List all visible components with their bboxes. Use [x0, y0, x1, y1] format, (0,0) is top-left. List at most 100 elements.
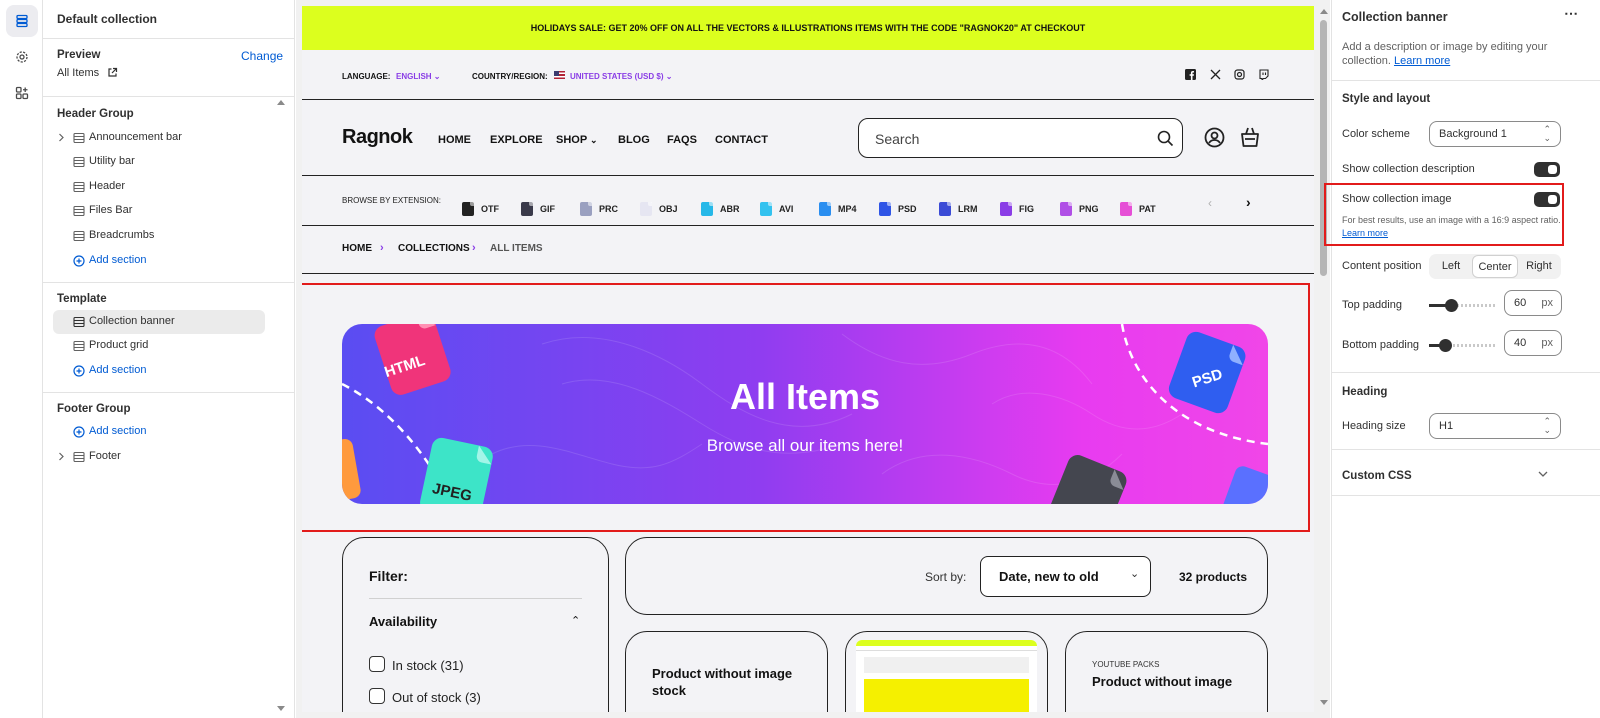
chevron-down-icon[interactable] — [1538, 470, 1548, 478]
learn-more-link[interactable]: Learn more — [1394, 55, 1450, 67]
product-card[interactable]: YOUTUBE PACKS Product without image — [1065, 631, 1268, 712]
extension-chip-psd[interactable]: PSD — [879, 202, 917, 216]
facebook-icon[interactable] — [1185, 69, 1196, 80]
account-icon[interactable] — [1204, 127, 1225, 148]
instagram-icon[interactable] — [1234, 69, 1245, 80]
section-announcement-bar[interactable]: Announcement bar — [53, 126, 265, 150]
position-right-button[interactable]: Right — [1517, 254, 1561, 279]
file-icon — [1120, 202, 1132, 216]
more-options-icon[interactable]: ⋯ — [1564, 5, 1578, 22]
sections-icon[interactable] — [6, 5, 38, 37]
extension-chip-png[interactable]: PNG — [1060, 202, 1099, 216]
out-of-stock-checkbox[interactable] — [369, 688, 385, 704]
show-description-toggle[interactable] — [1534, 162, 1560, 177]
position-left-button[interactable]: Left — [1429, 254, 1473, 279]
section-footer[interactable]: Footer — [53, 445, 265, 469]
availability-toggle[interactable]: Availability — [369, 614, 437, 629]
add-section-template-button[interactable]: Add section — [53, 359, 265, 383]
section-utility-bar[interactable]: Utility bar — [53, 150, 265, 174]
section-product-grid[interactable]: Product grid — [53, 334, 265, 358]
extension-chip-avi[interactable]: AVI — [760, 202, 793, 216]
chevron-right-icon[interactable] — [57, 452, 65, 461]
footer-group-title: Footer Group — [57, 403, 131, 415]
file-icon — [879, 202, 891, 216]
section-breadcrumbs[interactable]: Breadcrumbs — [53, 224, 265, 248]
bottom-padding-slider-handle[interactable] — [1439, 339, 1452, 352]
panel-description: Add a description or image by editing yo… — [1342, 40, 1572, 68]
apps-icon[interactable] — [6, 77, 38, 109]
settings-panel: Collection banner ⋯ Add a description or… — [1324, 0, 1600, 718]
file-icon — [939, 202, 951, 216]
extension-chip-gif[interactable]: GIF — [521, 202, 555, 216]
nav-explore[interactable]: EXPLORE — [490, 134, 543, 146]
country-selector[interactable]: UNITED STATES (USD $) ⌄ — [570, 72, 672, 81]
nav-shop[interactable]: SHOP ⌄ — [556, 134, 598, 146]
heading-size-select[interactable]: H1 ⌃ ⌄ — [1429, 413, 1561, 439]
color-scheme-select[interactable]: Background 1 ⌃ ⌄ — [1429, 121, 1561, 147]
section-files-bar[interactable]: Files Bar — [53, 199, 265, 223]
bottom-padding-input[interactable]: 40 px — [1504, 330, 1562, 356]
add-section-header-button[interactable]: Add section — [53, 249, 265, 273]
scroll-up-icon[interactable] — [1320, 8, 1328, 14]
extensions-next-icon[interactable]: › — [1246, 194, 1251, 210]
extensions-prev-icon[interactable]: ‹ — [1208, 196, 1212, 210]
product-card[interactable]: Product without image stock — [625, 631, 828, 712]
nav-faqs[interactable]: FAQS — [667, 134, 697, 146]
breadcrumb-collections[interactable]: COLLECTIONS — [398, 243, 470, 254]
store-logo[interactable]: Ragnok — [342, 126, 413, 149]
icon-rail — [0, 0, 43, 718]
custom-css-toggle[interactable]: Custom CSS — [1342, 470, 1412, 482]
nav-home[interactable]: HOME — [438, 134, 471, 146]
top-padding-input[interactable]: 60 px — [1504, 290, 1562, 316]
top-padding-value: 60 — [1514, 297, 1527, 309]
extension-chip-abr[interactable]: ABR — [701, 202, 740, 216]
extension-chip-otf[interactable]: OTF — [462, 202, 499, 216]
learn-more-link[interactable]: Learn more — [1342, 228, 1388, 238]
store-preview: HOLIDAYS SALE: GET 20% OFF ON ALL THE VE… — [296, 0, 1330, 718]
section-collection-banner[interactable]: Collection banner — [53, 310, 265, 334]
show-image-toggle[interactable] — [1534, 192, 1560, 207]
x-twitter-icon[interactable] — [1210, 69, 1221, 80]
extension-chip-lrm[interactable]: LRM — [939, 202, 978, 216]
extension-label: LRM — [958, 204, 978, 214]
chevron-right-icon[interactable] — [57, 133, 65, 142]
chevron-up-icon[interactable]: ⌃ — [571, 614, 580, 627]
position-center-button[interactable]: Center — [1472, 255, 1518, 278]
product-card[interactable] — [845, 631, 1048, 712]
sort-select[interactable]: Date, new to old ⌄ — [980, 556, 1151, 597]
plus-circle-icon — [73, 255, 85, 267]
nav-blog[interactable]: BLOG — [618, 134, 650, 146]
section-header[interactable]: Header — [53, 175, 265, 199]
cart-icon[interactable] — [1239, 126, 1261, 148]
extension-chip-obj[interactable]: OBJ — [640, 202, 678, 216]
filter-panel: Filter: Availability ⌃ In stock (31) Out… — [342, 537, 609, 712]
external-link-icon[interactable] — [107, 67, 118, 78]
search-icon[interactable] — [1157, 130, 1174, 147]
nav-contact[interactable]: CONTACT — [715, 134, 768, 146]
extension-chip-pat[interactable]: PAT — [1120, 202, 1156, 216]
search-input[interactable]: Search — [858, 118, 1183, 158]
preview-scrollbar[interactable] — [1318, 6, 1330, 712]
language-value: ENGLISH — [396, 72, 432, 81]
extension-label: PNG — [1079, 204, 1099, 214]
add-section-footer-button[interactable]: Add section — [53, 420, 265, 444]
top-padding-track[interactable] — [1429, 304, 1497, 307]
change-preview-link[interactable]: Change — [241, 49, 283, 63]
gear-icon[interactable] — [6, 41, 38, 73]
language-selector[interactable]: ENGLISH ⌄ — [396, 72, 441, 81]
select-arrows-icon: ⌃ ⌄ — [1543, 416, 1551, 435]
scroll-up-icon[interactable] — [277, 99, 285, 105]
color-scheme-value: Background 1 — [1439, 128, 1507, 140]
top-padding-slider-handle[interactable] — [1445, 299, 1458, 312]
scroll-down-icon[interactable] — [277, 706, 285, 712]
content-position-segmented: Left Center Right — [1429, 254, 1561, 279]
extension-chip-prc[interactable]: PRC — [580, 202, 618, 216]
twitch-icon[interactable] — [1258, 69, 1269, 80]
section-label: Footer — [89, 450, 121, 462]
preview-frame: HOLIDAYS SALE: GET 20% OFF ON ALL THE VE… — [302, 6, 1314, 712]
extension-chip-fig[interactable]: FIG — [1000, 202, 1034, 216]
scroll-down-icon[interactable] — [1320, 700, 1328, 706]
breadcrumb-home[interactable]: HOME — [342, 243, 372, 254]
extension-chip-mp4[interactable]: MP4 — [819, 202, 857, 216]
in-stock-checkbox[interactable] — [369, 656, 385, 672]
